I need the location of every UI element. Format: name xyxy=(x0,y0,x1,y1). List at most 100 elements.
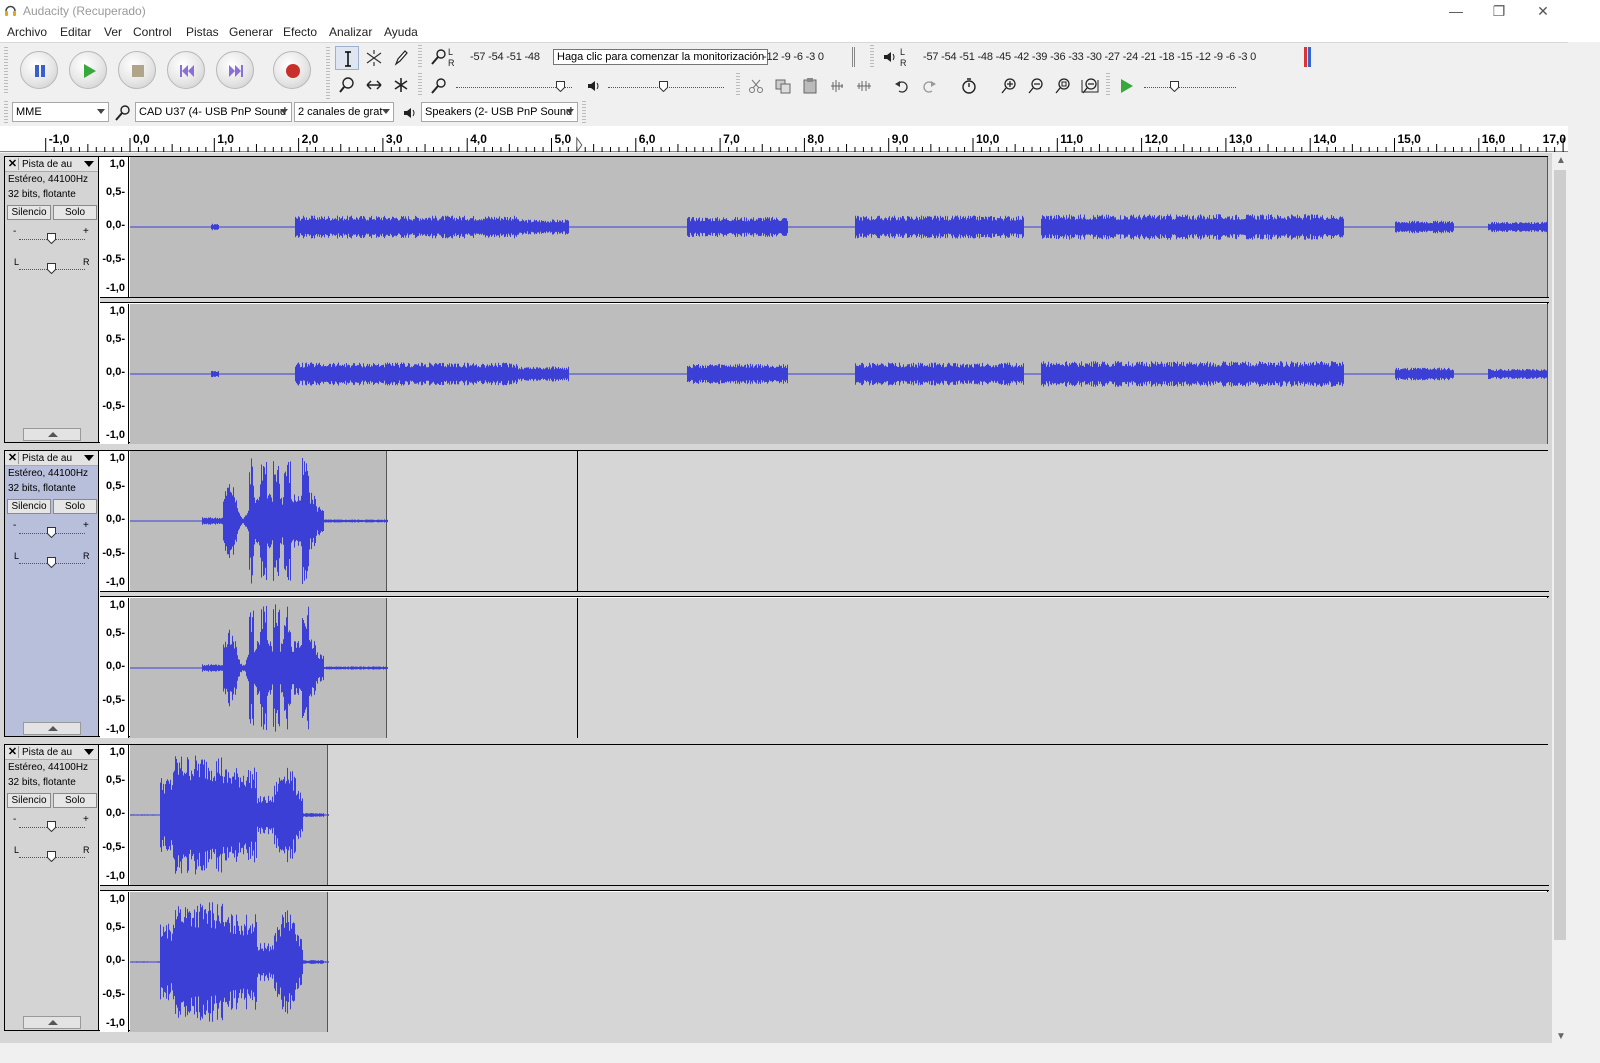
amplitude-ruler[interactable]: 1,0 0,5- 0,0- -0,5- -1,0 xyxy=(100,745,129,885)
channel-divider[interactable] xyxy=(100,591,1549,597)
menu-pistas[interactable]: Pistas xyxy=(186,25,219,39)
vertical-scrollbar[interactable]: ▲ ▼ xyxy=(1552,153,1568,1043)
record-meter-grip[interactable] xyxy=(418,45,422,69)
skip-to-start-button[interactable] xyxy=(167,51,205,89)
track-name-bar[interactable]: ✕ Pista de au xyxy=(5,745,98,760)
timeline-ruler[interactable]: -1,0 0,0 1,0 2,0 3,0 4,0 5,0 6,0 7,0 8,0 9,0 10,0 11… xyxy=(0,126,1568,152)
menu-archivo[interactable]: Archivo xyxy=(7,25,47,39)
waveform-channel[interactable] xyxy=(130,157,1548,297)
redo-button[interactable] xyxy=(917,74,941,98)
track-menu-chevron-icon[interactable] xyxy=(84,161,94,167)
amplitude-ruler[interactable]: 1,0 0,5- 0,0- -0,5- -1,0 xyxy=(100,892,129,1032)
waveform-channel[interactable] xyxy=(130,745,1548,885)
horizontal-scrollbar[interactable] xyxy=(0,1043,1568,1063)
sync-lock-button[interactable] xyxy=(957,74,981,98)
track-menu-chevron-icon[interactable] xyxy=(84,749,94,755)
trim-button[interactable] xyxy=(825,74,849,98)
selection-tool[interactable] xyxy=(335,46,359,70)
close-track-icon[interactable]: ✕ xyxy=(7,158,19,170)
device-toolbar-grip[interactable] xyxy=(4,101,8,123)
mute-button[interactable]: Silencio xyxy=(7,499,51,514)
recording-volume-thumb[interactable] xyxy=(556,81,565,92)
waveform-channel[interactable] xyxy=(130,451,1548,591)
recording-channels-select[interactable]: 2 canales de grat xyxy=(294,102,394,122)
play-meter-grip[interactable] xyxy=(870,45,874,69)
cut-button[interactable] xyxy=(744,74,768,98)
playback-volume-thumb[interactable] xyxy=(659,81,668,92)
track-name-bar[interactable]: ✕ Pista de au xyxy=(5,451,98,466)
mute-button[interactable]: Silencio xyxy=(7,205,51,220)
envelope-tool[interactable] xyxy=(362,46,386,70)
pan-slider-thumb[interactable] xyxy=(47,263,56,274)
solo-button[interactable]: Solo xyxy=(53,499,97,514)
stop-button[interactable] xyxy=(118,51,156,89)
playback-meter-speaker[interactable] xyxy=(878,45,902,69)
restore-button[interactable]: ❐ xyxy=(1477,0,1521,22)
play-at-speed-button[interactable] xyxy=(1114,74,1138,98)
audio-track[interactable]: ✕ Pista de au Estéreo, 44100Hz 32 bits, … xyxy=(4,744,1549,1032)
fit-project-button[interactable] xyxy=(1078,74,1102,98)
time-shift-tool[interactable] xyxy=(362,73,386,97)
waveform-channel[interactable] xyxy=(130,304,1548,444)
track-menu-chevron-icon[interactable] xyxy=(84,455,94,461)
audio-host-select[interactable]: MME xyxy=(12,102,109,122)
zoom-out-button[interactable] xyxy=(1024,74,1048,98)
vertical-scroll-thumb[interactable] xyxy=(1554,170,1566,940)
silence-button[interactable] xyxy=(852,74,876,98)
skip-to-end-button[interactable] xyxy=(216,51,254,89)
menu-editar[interactable]: Editar xyxy=(60,25,91,39)
gain-slider-thumb[interactable] xyxy=(47,821,56,832)
fit-selection-button[interactable] xyxy=(1051,74,1075,98)
collapse-track-button[interactable] xyxy=(23,722,81,735)
pause-button[interactable] xyxy=(20,51,58,89)
menu-generar[interactable]: Generar xyxy=(229,25,273,39)
amplitude-ruler[interactable]: 1,0 0,5- 0,0- -0,5- -1,0 xyxy=(100,598,129,738)
track-area[interactable]: ✕ Pista de au Estéreo, 44100Hz 32 bits, … xyxy=(0,153,1552,1063)
scroll-up-icon[interactable]: ▲ xyxy=(1556,155,1566,166)
paste-button[interactable] xyxy=(798,74,822,98)
track-control-panel[interactable]: ✕ Pista de au Estéreo, 44100Hz 32 bits, … xyxy=(5,157,99,442)
play-speed-thumb[interactable] xyxy=(1170,81,1179,92)
recording-volume-slider[interactable] xyxy=(456,87,572,88)
track-control-panel[interactable]: ✕ Pista de au Estéreo, 44100Hz 32 bits, … xyxy=(5,745,99,1030)
channel-divider[interactable] xyxy=(100,297,1549,303)
track-control-panel[interactable]: ✕ Pista de au Estéreo, 44100Hz 32 bits, … xyxy=(5,451,99,736)
collapse-track-button[interactable] xyxy=(23,428,81,441)
monitoring-tooltip[interactable]: Haga clic para comenzar la monitorizació… xyxy=(553,49,769,65)
mixer-toolbar-grip[interactable] xyxy=(418,73,422,97)
play-at-speed-grip[interactable] xyxy=(1106,73,1110,97)
play-button[interactable] xyxy=(69,51,107,89)
channel-divider[interactable] xyxy=(100,885,1549,891)
close-window-button[interactable]: ✕ xyxy=(1521,0,1565,22)
mute-button[interactable]: Silencio xyxy=(7,793,51,808)
amplitude-ruler[interactable]: 1,0 0,5- 0,0- -0,5- -1,0 xyxy=(100,304,129,444)
zoom-in-button[interactable] xyxy=(997,74,1021,98)
transport-toolbar-grip[interactable] xyxy=(4,47,8,95)
pan-slider-thumb[interactable] xyxy=(47,851,56,862)
menu-control[interactable]: Control xyxy=(133,25,172,39)
pan-slider-thumb[interactable] xyxy=(47,557,56,568)
undo-button[interactable] xyxy=(890,74,914,98)
menu-ver[interactable]: Ver xyxy=(104,25,122,39)
menu-efecto[interactable]: Efecto xyxy=(283,25,317,39)
gain-slider-thumb[interactable] xyxy=(47,527,56,538)
zoom-tool[interactable] xyxy=(335,73,359,97)
close-track-icon[interactable]: ✕ xyxy=(7,452,19,464)
scroll-down-icon[interactable]: ▼ xyxy=(1556,1031,1566,1042)
record-button[interactable] xyxy=(273,51,311,89)
audio-track[interactable]: ✕ Pista de au Estéreo, 44100Hz 32 bits, … xyxy=(4,156,1549,444)
copy-button[interactable] xyxy=(771,74,795,98)
amplitude-ruler[interactable]: 1,0 0,5- 0,0- -0,5- -1,0 xyxy=(100,157,129,297)
playback-device-select[interactable]: Speakers (2- USB PnP Sound xyxy=(421,102,578,122)
tools-toolbar-grip[interactable] xyxy=(326,47,330,99)
solo-button[interactable]: Solo xyxy=(53,205,97,220)
multi-tool[interactable] xyxy=(389,73,413,97)
draw-tool[interactable] xyxy=(389,46,413,70)
ruler-cursor-marker[interactable] xyxy=(576,136,583,152)
track-name-bar[interactable]: ✕ Pista de au xyxy=(5,157,98,172)
recording-device-select[interactable]: CAD U37 (4- USB PnP Sound xyxy=(135,102,292,122)
gain-slider-thumb[interactable] xyxy=(47,233,56,244)
edit-toolbar-grip[interactable] xyxy=(736,73,740,97)
audio-track[interactable]: ✕ Pista de au Estéreo, 44100Hz 32 bits, … xyxy=(4,450,1549,738)
waveform-channel[interactable] xyxy=(130,598,1548,738)
